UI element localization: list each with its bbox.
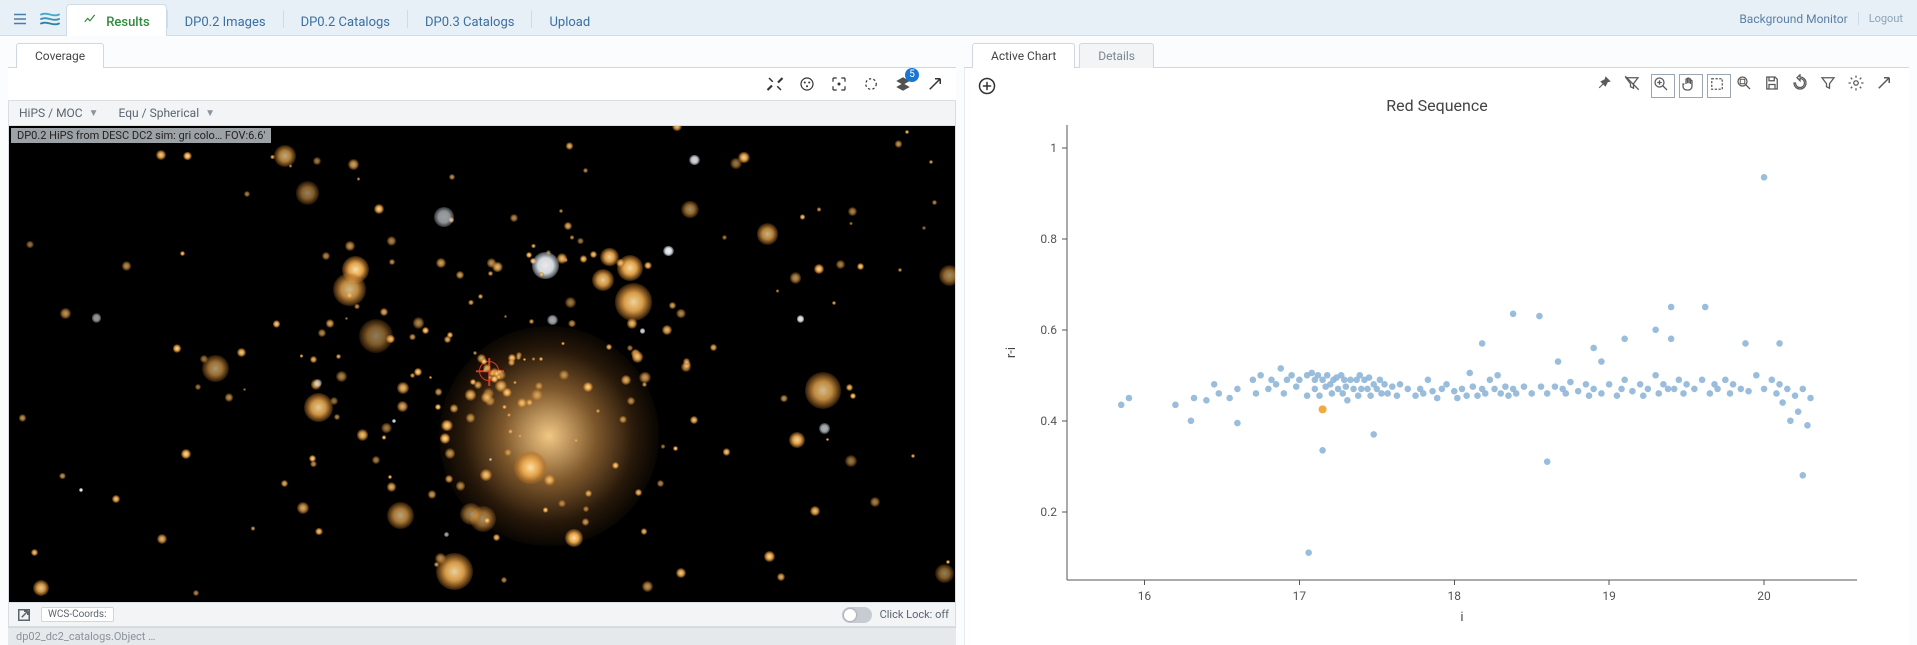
subtab-coverage[interactable]: Coverage (16, 43, 104, 68)
svg-text:19: 19 (1602, 589, 1616, 603)
top-nav: Results DP0.2 Images DP0.2 Catalogs DP0.… (0, 0, 1917, 36)
save-icon[interactable] (1763, 74, 1787, 98)
add-chart-button[interactable] (975, 74, 999, 98)
chart-area: Red Sequence 16 17 18 19 20 0.2 0.4 0.6 0.8 1 i r-i (964, 68, 1909, 645)
chart-title: Red Sequence (965, 96, 1909, 115)
caret-down-icon: ▼ (205, 108, 215, 119)
filter-icon[interactable] (1819, 74, 1843, 98)
zoom-fit-icon[interactable] (1735, 74, 1759, 98)
expand-chart-icon[interactable] (1875, 74, 1899, 98)
svg-text:0.8: 0.8 (1040, 232, 1057, 246)
svg-text:1: 1 (1050, 141, 1057, 155)
tab-dp03-catalogs[interactable]: DP0.3 Catalogs (408, 7, 531, 36)
recenter-icon[interactable] (826, 71, 852, 97)
svg-text:20: 20 (1757, 589, 1771, 603)
subtab-active-chart[interactable]: Active Chart (972, 43, 1075, 68)
tab-label: DP0.3 Catalogs (425, 15, 514, 30)
tab-results[interactable]: Results (66, 4, 167, 36)
tab-upload[interactable]: Upload (532, 7, 607, 36)
hips-moc-dropdown[interactable]: HiPS / MOC ▼ (19, 106, 99, 120)
svg-text:0.4: 0.4 (1040, 414, 1057, 428)
hips-moc-label: HiPS / MOC (19, 106, 83, 120)
click-lock-label: Click Lock: off (880, 608, 949, 621)
image-subtabs: Coverage (8, 40, 956, 68)
chart-toolbar (1595, 74, 1899, 98)
layers-icon[interactable]: 5 (890, 71, 916, 97)
wcs-coords-label: WCS-Coords: (41, 607, 114, 622)
tab-label: DP0.2 Images (185, 15, 266, 30)
background-monitor-link[interactable]: Background Monitor (1739, 12, 1847, 26)
layers-badge: 5 (905, 68, 919, 82)
pan-icon[interactable] (1679, 74, 1703, 98)
chart-pane: Active Chart Details Red Sequence (960, 36, 1917, 645)
svg-text:18: 18 (1448, 589, 1462, 603)
projection-dropdown[interactable]: Equ / Spherical ▼ (119, 106, 216, 120)
color-stretch-icon[interactable] (794, 71, 820, 97)
expand-icon[interactable] (922, 71, 948, 97)
region-select-icon[interactable] (858, 71, 884, 97)
bottom-status-strip: dp02_dc2_catalogs.Object … (8, 627, 956, 645)
workspace: Coverage 5 HiPS / (0, 36, 1917, 645)
app-logo-icon (34, 2, 66, 35)
popout-icon[interactable] (15, 606, 33, 624)
projection-label: Equ / Spherical (119, 106, 200, 120)
svg-text:0.2: 0.2 (1040, 505, 1057, 519)
tab-label: Upload (549, 15, 590, 30)
image-pane: Coverage 5 HiPS / (0, 36, 960, 645)
chart-line-icon (83, 15, 100, 30)
reset-icon[interactable] (1791, 74, 1815, 98)
svg-text:0.6: 0.6 (1040, 323, 1057, 337)
tab-label: DP0.2 Catalogs (301, 15, 390, 30)
svg-text:r-i: r-i (1004, 347, 1019, 358)
tools-icon[interactable] (762, 71, 788, 97)
caret-down-icon: ▼ (89, 108, 99, 119)
main-tabs: Results DP0.2 Images DP0.2 Catalogs DP0.… (66, 2, 607, 35)
tab-dp02-images[interactable]: DP0.2 Images (168, 7, 283, 36)
bottom-status-text: dp02_dc2_catalogs.Object … (16, 630, 156, 643)
logout-link[interactable]: Logout (1858, 12, 1903, 25)
hamburger-menu-icon[interactable] (6, 2, 34, 35)
svg-text:17: 17 (1293, 589, 1307, 603)
pin-icon[interactable] (1595, 74, 1619, 98)
svg-text:16: 16 (1138, 589, 1152, 603)
svg-text:i: i (1460, 610, 1463, 625)
sky-viewer[interactable]: DP0.2 HiPS from DESC DC2 sim: gri colo… … (8, 126, 956, 603)
image-toolbar: 5 (8, 68, 956, 100)
click-lock-toggle[interactable] (842, 607, 872, 623)
box-select-icon[interactable] (1707, 74, 1731, 98)
clear-filter-icon[interactable] (1623, 74, 1647, 98)
image-strip: HiPS / MOC ▼ Equ / Spherical ▼ (8, 100, 956, 126)
top-right-links: Background Monitor Logout (1739, 2, 1911, 35)
chart-subtabs: Active Chart Details (964, 40, 1909, 68)
scatter-plot[interactable]: 16 17 18 19 20 0.2 0.4 0.6 0.8 1 i r-i (997, 115, 1877, 635)
subtab-details[interactable]: Details (1079, 43, 1154, 68)
gear-icon[interactable] (1847, 74, 1871, 98)
viewer-overlay-label: DP0.2 HiPS from DESC DC2 sim: gri colo… … (11, 128, 271, 143)
tab-results-label: Results (106, 15, 149, 30)
tab-dp02-catalogs[interactable]: DP0.2 Catalogs (284, 7, 407, 36)
zoom-in-icon[interactable] (1651, 74, 1675, 98)
viewer-footer: WCS-Coords: Click Lock: off (8, 603, 956, 627)
